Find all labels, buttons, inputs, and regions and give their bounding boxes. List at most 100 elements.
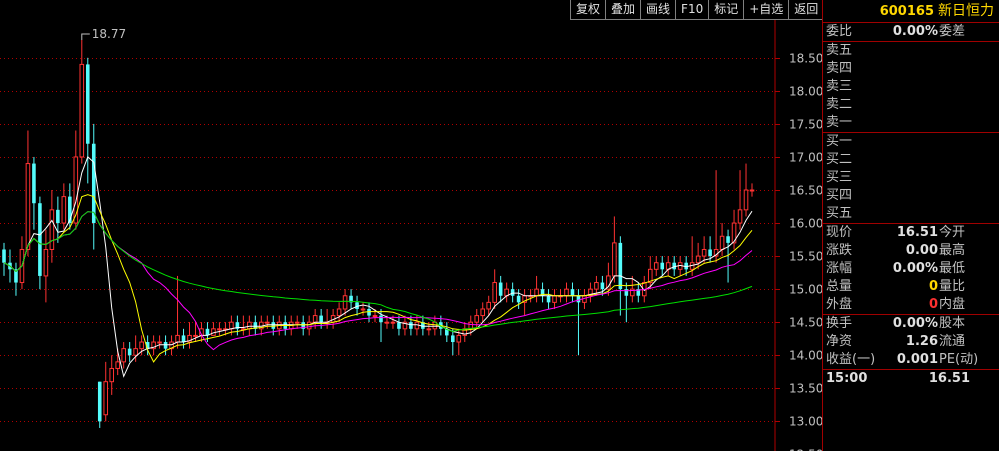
overlay-button[interactable]: 叠加 <box>605 0 641 20</box>
candle-body <box>384 321 390 324</box>
fund-value: 1.26 <box>905 334 938 349</box>
candle-body <box>56 209 60 224</box>
candle-body <box>570 289 575 296</box>
y-tick-label: 13.50 <box>789 382 822 396</box>
candle-body <box>73 156 79 224</box>
ma60-line <box>3 211 753 333</box>
candle-body <box>372 315 378 318</box>
back-button[interactable]: 返回 <box>788 0 824 20</box>
stock-code: 600165 <box>879 4 934 19</box>
candle-body <box>498 282 503 296</box>
candle-body <box>552 295 557 303</box>
candle-body <box>409 322 413 329</box>
candle-body <box>49 209 55 250</box>
candle-body <box>624 289 629 296</box>
candle-body <box>193 334 198 337</box>
quote-label: 外盘 <box>826 297 853 312</box>
candle-body <box>2 249 6 263</box>
candle-body <box>336 308 342 317</box>
candle-body <box>133 348 138 356</box>
candle-body <box>139 341 144 350</box>
candle-body <box>737 209 743 224</box>
candle-body <box>97 381 102 422</box>
candle-body <box>38 203 42 276</box>
y-tick-label: 13.00 <box>789 415 822 429</box>
quote-panel: 600165 新日恒力 委比 0.00% 委差 卖五 卖四 卖三 卖二 卖一 买一… <box>822 0 999 451</box>
quote-value: 0.00% <box>892 261 938 276</box>
candle-body <box>695 255 701 264</box>
buy-1: 买一 <box>826 134 853 149</box>
candle-body <box>492 282 497 303</box>
candle-body <box>390 321 396 324</box>
y-tick-label: 12.50 <box>789 448 822 451</box>
candle-body <box>701 248 707 257</box>
fund-row: 收益(一) 0.001 PE(动) <box>823 351 999 369</box>
draw-line-button[interactable]: 画线 <box>640 0 676 20</box>
candle-body <box>294 321 300 324</box>
quote-right: 今开 <box>939 225 966 240</box>
kline-chart[interactable]: 18.50 18.00 17.50 17.00 16.50 16.00 15.50 15.00… <box>0 0 824 451</box>
candle-body <box>726 236 730 243</box>
fund-value: 0.001 <box>896 352 938 367</box>
quote-right: 最低 <box>939 261 966 276</box>
quote-row: 总量 0 量比 <box>823 278 999 296</box>
candle-body <box>109 367 115 383</box>
ma20-line <box>3 211 753 351</box>
stock-name: 新日恒力 <box>938 3 994 19</box>
fund-row: 净资 1.26 流通 <box>823 333 999 351</box>
candle-body <box>367 308 371 316</box>
quote-label: 总量 <box>826 279 853 294</box>
add-watchlist-button[interactable]: +自选 <box>743 0 789 20</box>
quote-label: 涨幅 <box>826 261 853 276</box>
toolbar: 复权 叠加 画线 F10 标记 +自选 返回 <box>570 0 824 20</box>
weibi-value: 0.00% <box>892 24 938 39</box>
candle-body <box>61 196 67 224</box>
quote-right: 内盘 <box>939 297 966 312</box>
quote-row: 现价 16.51 今开 <box>823 224 999 242</box>
candle-body <box>43 248 49 277</box>
high-marker <box>81 33 90 40</box>
fund-right: PE(动) <box>939 352 979 367</box>
y-tick-label: 16.50 <box>789 184 822 198</box>
candle-body <box>121 348 126 363</box>
candle-body <box>319 315 323 323</box>
candle-body <box>312 315 318 323</box>
buy-5: 买五 <box>826 206 853 221</box>
buy-book: 买一 买二 买三 买四 买五 <box>823 133 999 224</box>
weibi-label: 委比 <box>826 24 853 39</box>
kline-svg: 18.50 18.00 17.50 17.00 16.50 16.00 15.50 15.00… <box>0 0 822 451</box>
candle-body <box>157 341 162 344</box>
sell-4: 卖四 <box>826 61 853 76</box>
y-tick-label: 15.00 <box>789 283 822 297</box>
quote-value: 0.00 <box>905 243 938 258</box>
sell-1: 卖一 <box>826 115 853 130</box>
fuquan-button[interactable]: 复权 <box>570 0 606 20</box>
y-tick-label: 17.50 <box>789 118 822 132</box>
candle-body <box>480 308 486 317</box>
fund-right: 流通 <box>939 334 966 349</box>
quote-right: 量比 <box>939 279 966 294</box>
mark-button[interactable]: 标记 <box>708 0 744 20</box>
candle-body <box>451 335 455 343</box>
candle-body <box>612 242 617 277</box>
quote-row: 涨跌 0.00 最高 <box>823 242 999 260</box>
candle-body <box>163 342 168 349</box>
candle-body <box>91 143 96 224</box>
sell-5: 卖五 <box>826 43 853 58</box>
fund-label: 换手 <box>826 316 853 331</box>
candle-body <box>653 262 659 270</box>
candle-body <box>181 335 186 343</box>
candle-body <box>594 282 599 290</box>
tick-time: 15:00 <box>826 371 868 386</box>
candle-body <box>546 295 551 303</box>
candle-body <box>426 328 432 331</box>
buy-3: 买三 <box>826 170 853 185</box>
candle-body <box>660 262 665 270</box>
y-tick-label: 14.50 <box>789 316 822 330</box>
f10-button[interactable]: F10 <box>675 0 709 20</box>
candle-body <box>708 249 712 257</box>
high-label: 18.77 <box>92 27 126 41</box>
quote-label: 现价 <box>826 225 853 240</box>
candle-body <box>486 301 491 310</box>
ma5-line <box>3 156 753 378</box>
